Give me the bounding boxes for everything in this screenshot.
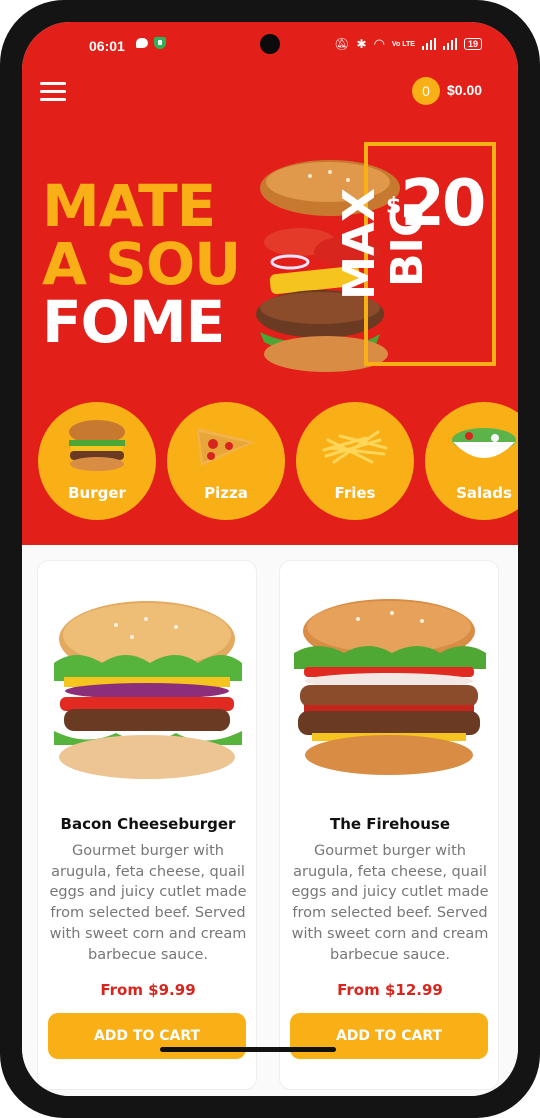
product-list: Bacon Cheeseburger Gourmet burger with a… bbox=[22, 545, 518, 1096]
hero-headline: MATE A SOU FOME bbox=[42, 172, 241, 356]
notification-icons bbox=[136, 37, 166, 49]
product-card[interactable]: Bacon Cheeseburger Gourmet burger with a… bbox=[37, 560, 257, 1090]
signal-icon bbox=[421, 38, 436, 50]
category-label: Burger bbox=[68, 484, 126, 502]
product-title: Bacon Cheeseburger bbox=[60, 815, 236, 833]
add-to-cart-button[interactable]: ADD TO CART bbox=[48, 1013, 246, 1059]
camera-cutout bbox=[260, 34, 280, 54]
add-to-cart-button[interactable]: ADD TO CART bbox=[290, 1013, 488, 1059]
fries-icon bbox=[322, 430, 388, 464]
hero-line-2: A SOU bbox=[42, 230, 241, 298]
hero-section: 06:01 🔕︎ ✱ ◠ Vo LTE 19 0 $0.00 MATE A SO… bbox=[22, 22, 518, 545]
hero-line-1: MATE bbox=[42, 172, 216, 240]
cart-count-badge[interactable]: 0 bbox=[412, 77, 440, 105]
product-card[interactable]: The Firehouse Gourmet burger with arugul… bbox=[279, 560, 499, 1090]
product-description: Gourmet burger with arugula, feta cheese… bbox=[49, 843, 247, 963]
product-price: From $9.99 bbox=[100, 981, 196, 999]
system-icons: 🔕︎ ✱ ◠ Vo LTE 19 bbox=[334, 36, 482, 52]
category-burger[interactable]: Burger bbox=[38, 402, 156, 520]
salad-bowl-icon bbox=[452, 428, 516, 458]
signal-icon-2 bbox=[442, 38, 457, 50]
promo-badge: $20 BIG MAX bbox=[334, 142, 496, 366]
network-type: Vo LTE bbox=[391, 40, 415, 48]
the-firehouse-image bbox=[294, 599, 486, 775]
battery-icon: 19 bbox=[463, 38, 482, 50]
product-description: Gourmet burger with arugula, feta cheese… bbox=[291, 843, 489, 963]
chat-icon bbox=[136, 38, 148, 48]
phone-frame: 06:01 🔕︎ ✱ ◠ Vo LTE 19 0 $0.00 MATE A SO… bbox=[0, 0, 540, 1118]
hero-line-3: FOME bbox=[42, 288, 225, 356]
burger-icon bbox=[69, 420, 125, 471]
status-time: 06:01 bbox=[89, 38, 125, 54]
bacon-cheeseburger-image bbox=[54, 601, 242, 779]
product-price: From $12.99 bbox=[337, 981, 443, 999]
product-title: The Firehouse bbox=[329, 815, 451, 833]
category-pizza[interactable]: Pizza bbox=[167, 402, 285, 520]
app-screen: 06:01 🔕︎ ✱ ◠ Vo LTE 19 0 $0.00 MATE A SO… bbox=[22, 22, 518, 1096]
shield-icon bbox=[154, 37, 166, 49]
mute-icon: 🔕︎ bbox=[334, 37, 350, 51]
category-salads[interactable]: Salads bbox=[425, 402, 518, 520]
bluetooth-icon: ✱ bbox=[356, 37, 367, 51]
category-label: Fries bbox=[334, 484, 376, 502]
category-label: Salads bbox=[456, 484, 512, 502]
cart-total[interactable]: $0.00 bbox=[447, 82, 482, 98]
pizza-slice-icon bbox=[197, 428, 255, 466]
category-carousel: Burger Pizza Fries Salads bbox=[38, 402, 518, 522]
menu-icon[interactable] bbox=[40, 80, 66, 102]
wifi-icon: ◠ bbox=[373, 36, 385, 51]
category-label: Pizza bbox=[204, 484, 248, 502]
home-indicator[interactable] bbox=[160, 1047, 336, 1052]
category-fries[interactable]: Fries bbox=[296, 402, 414, 520]
